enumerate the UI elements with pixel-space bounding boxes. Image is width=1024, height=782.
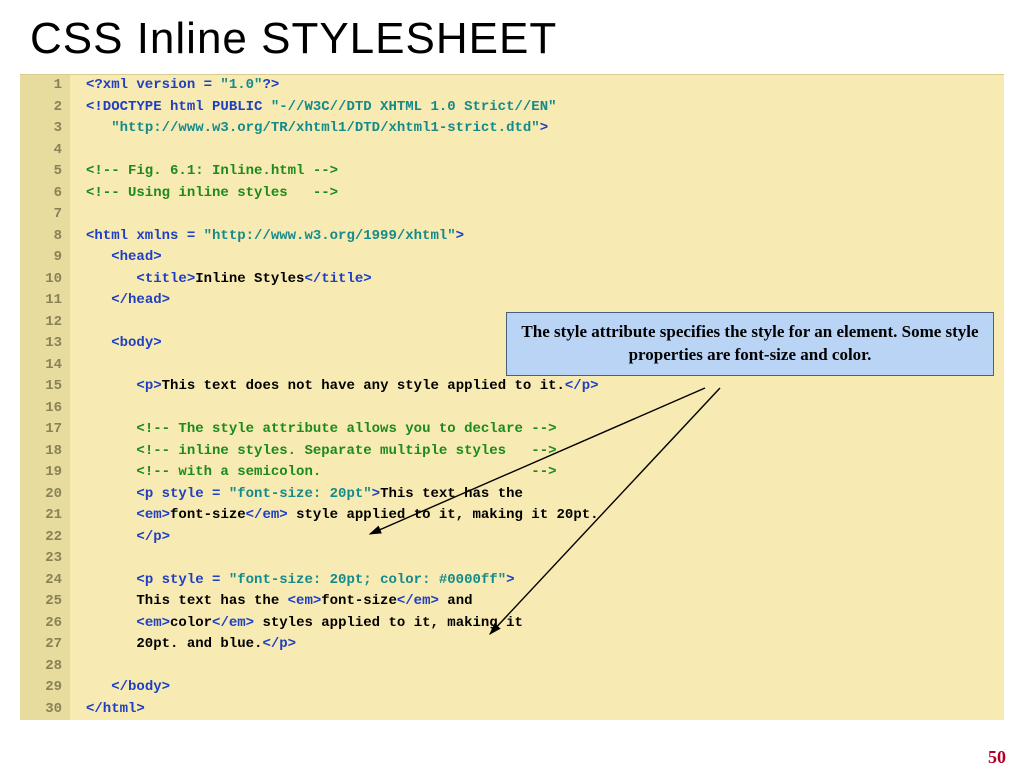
line-number: 26 xyxy=(20,613,70,635)
code-listing: 1<?xml version = "1.0"?>2<!DOCTYPE html … xyxy=(20,74,1004,720)
code-content: <!-- inline styles. Separate multiple st… xyxy=(70,441,557,463)
code-line: 2<!DOCTYPE html PUBLIC "-//W3C//DTD XHTM… xyxy=(20,97,1004,119)
line-number: 1 xyxy=(20,75,70,97)
line-number: 7 xyxy=(20,204,70,226)
code-line: 28 xyxy=(20,656,1004,678)
code-line: 26 <em>color</em> styles applied to it, … xyxy=(20,613,1004,635)
line-number: 30 xyxy=(20,699,70,721)
code-line: 4 xyxy=(20,140,1004,162)
page-number: 50 xyxy=(988,747,1006,768)
code-content: <head> xyxy=(70,247,162,269)
code-line: 24 <p style = "font-size: 20pt; color: #… xyxy=(20,570,1004,592)
code-content: <!-- with a semicolon. --> xyxy=(70,462,557,484)
code-content: 20pt. and blue.</p> xyxy=(70,634,296,656)
line-number: 24 xyxy=(20,570,70,592)
code-content: <!DOCTYPE html PUBLIC "-//W3C//DTD XHTML… xyxy=(70,97,557,119)
code-content: <p>This text does not have any style app… xyxy=(70,376,599,398)
code-content: </body> xyxy=(70,677,170,699)
code-line: 1<?xml version = "1.0"?> xyxy=(20,75,1004,97)
line-number: 6 xyxy=(20,183,70,205)
line-number: 23 xyxy=(20,548,70,570)
code-content: <!-- Using inline styles --> xyxy=(70,183,338,205)
line-number: 3 xyxy=(20,118,70,140)
line-number: 18 xyxy=(20,441,70,463)
line-number: 13 xyxy=(20,333,70,355)
line-number: 2 xyxy=(20,97,70,119)
code-line: 29 </body> xyxy=(20,677,1004,699)
line-number: 9 xyxy=(20,247,70,269)
code-content: <title>Inline Styles</title> xyxy=(70,269,372,291)
line-number: 11 xyxy=(20,290,70,312)
code-content: </head> xyxy=(70,290,170,312)
line-number: 16 xyxy=(20,398,70,420)
line-number: 25 xyxy=(20,591,70,613)
code-content: <!-- The style attribute allows you to d… xyxy=(70,419,557,441)
code-content xyxy=(70,140,86,162)
line-number: 28 xyxy=(20,656,70,678)
code-content: <em>color</em> styles applied to it, mak… xyxy=(70,613,523,635)
line-number: 17 xyxy=(20,419,70,441)
code-line: 25 This text has the <em>font-size</em> … xyxy=(20,591,1004,613)
code-line: 18 <!-- inline styles. Separate multiple… xyxy=(20,441,1004,463)
line-number: 12 xyxy=(20,312,70,334)
code-content: <p style = "font-size: 20pt">This text h… xyxy=(70,484,523,506)
code-line: 17 <!-- The style attribute allows you t… xyxy=(20,419,1004,441)
line-number: 15 xyxy=(20,376,70,398)
code-line: 3 "http://www.w3.org/TR/xhtml1/DTD/xhtml… xyxy=(20,118,1004,140)
line-number: 10 xyxy=(20,269,70,291)
code-content xyxy=(70,204,86,226)
code-content: <em>font-size</em> style applied to it, … xyxy=(70,505,599,527)
code-line: 8<html xmlns = "http://www.w3.org/1999/x… xyxy=(20,226,1004,248)
code-line: 10 <title>Inline Styles</title> xyxy=(20,269,1004,291)
code-line: 16 xyxy=(20,398,1004,420)
code-content xyxy=(70,312,86,334)
slide-title: CSS Inline STYLESHEET xyxy=(30,14,1024,64)
code-line: 7 xyxy=(20,204,1004,226)
code-line: 30</html> xyxy=(20,699,1004,721)
line-number: 22 xyxy=(20,527,70,549)
line-number: 29 xyxy=(20,677,70,699)
code-line: 23 xyxy=(20,548,1004,570)
line-number: 20 xyxy=(20,484,70,506)
code-content: <?xml version = "1.0"?> xyxy=(70,75,279,97)
line-number: 5 xyxy=(20,161,70,183)
code-line: 22 </p> xyxy=(20,527,1004,549)
code-content xyxy=(70,548,86,570)
code-line: 19 <!-- with a semicolon. --> xyxy=(20,462,1004,484)
code-content: <!-- Fig. 6.1: Inline.html --> xyxy=(70,161,338,183)
code-line: 20 <p style = "font-size: 20pt">This tex… xyxy=(20,484,1004,506)
code-line: 15 <p>This text does not have any style … xyxy=(20,376,1004,398)
line-number: 14 xyxy=(20,355,70,377)
code-content: <html xmlns = "http://www.w3.org/1999/xh… xyxy=(70,226,464,248)
code-content: </html> xyxy=(70,699,145,721)
line-number: 4 xyxy=(20,140,70,162)
line-number: 27 xyxy=(20,634,70,656)
code-content: <body> xyxy=(70,333,162,355)
line-number: 21 xyxy=(20,505,70,527)
code-content: </p> xyxy=(70,527,170,549)
code-line: 11 </head> xyxy=(20,290,1004,312)
code-line: 21 <em>font-size</em> style applied to i… xyxy=(20,505,1004,527)
code-content xyxy=(70,355,86,377)
code-line: 27 20pt. and blue.</p> xyxy=(20,634,1004,656)
code-content: This text has the <em>font-size</em> and xyxy=(70,591,473,613)
line-number: 19 xyxy=(20,462,70,484)
code-line: 6<!-- Using inline styles --> xyxy=(20,183,1004,205)
line-number: 8 xyxy=(20,226,70,248)
code-line: 5<!-- Fig. 6.1: Inline.html --> xyxy=(20,161,1004,183)
code-content: "http://www.w3.org/TR/xhtml1/DTD/xhtml1-… xyxy=(70,118,548,140)
code-content xyxy=(70,656,86,678)
code-content xyxy=(70,398,86,420)
annotation-box: The style attribute specifies the style … xyxy=(506,312,994,376)
code-content: <p style = "font-size: 20pt; color: #000… xyxy=(70,570,515,592)
code-line: 9 <head> xyxy=(20,247,1004,269)
